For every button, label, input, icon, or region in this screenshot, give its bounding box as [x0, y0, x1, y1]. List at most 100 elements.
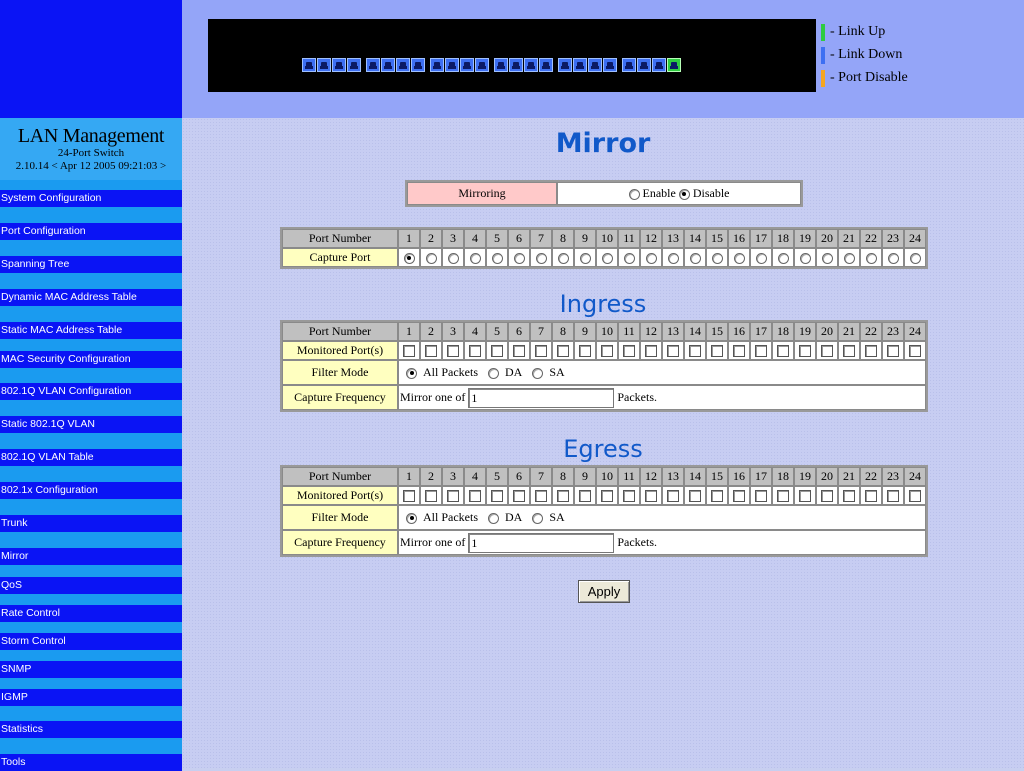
ingress-monitor-port-16-checkbox[interactable] [733, 345, 745, 358]
port-3-icon[interactable] [332, 58, 346, 72]
egress-monitor-port-2-checkbox[interactable] [425, 490, 437, 503]
ingress-filter-sa-radio[interactable] [532, 367, 544, 379]
egress-monitor-port-16-checkbox[interactable] [733, 490, 745, 503]
egress-monitor-port-12-checkbox[interactable] [645, 490, 657, 503]
sidebar-item-tools[interactable]: Tools [0, 754, 182, 771]
port-18-icon[interactable] [573, 58, 587, 72]
ingress-monitor-port-19-checkbox[interactable] [799, 345, 811, 358]
capture-port-9-radio[interactable] [579, 252, 591, 264]
capture-port-10-radio[interactable] [601, 252, 613, 264]
egress-monitor-port-9-checkbox[interactable] [579, 490, 591, 503]
sidebar-item-system-configuration[interactable]: System Configuration [0, 190, 182, 207]
capture-port-5-radio[interactable] [491, 252, 503, 264]
egress-monitor-port-19-checkbox[interactable] [799, 490, 811, 503]
sidebar-item-qos[interactable]: QoS [0, 577, 182, 594]
port-8-icon[interactable] [411, 58, 425, 72]
ingress-monitor-port-24-checkbox[interactable] [909, 345, 921, 358]
egress-monitor-port-7-checkbox[interactable] [535, 490, 547, 503]
egress-monitor-port-14-checkbox[interactable] [689, 490, 701, 503]
egress-monitor-port-22-checkbox[interactable] [865, 490, 877, 503]
ingress-monitor-port-14-checkbox[interactable] [689, 345, 701, 358]
sidebar-item-802-1x-configuration[interactable]: 802.1x Configuration [0, 482, 182, 499]
port-1-icon[interactable] [302, 58, 316, 72]
sidebar-item-dynamic-mac-address-table[interactable]: Dynamic MAC Address Table [0, 289, 182, 306]
capture-port-11-radio[interactable] [623, 252, 635, 264]
capture-port-21-radio[interactable] [843, 252, 855, 264]
capture-port-1-radio[interactable] [403, 252, 415, 264]
port-4-icon[interactable] [347, 58, 361, 72]
egress-monitor-port-6-checkbox[interactable] [513, 490, 525, 503]
capture-port-19-radio[interactable] [799, 252, 811, 264]
sidebar-item-statistics[interactable]: Statistics [0, 721, 182, 738]
sidebar-item-storm-control[interactable]: Storm Control [0, 633, 182, 650]
port-13-icon[interactable] [494, 58, 508, 72]
capture-port-15-radio[interactable] [711, 252, 723, 264]
port-2-icon[interactable] [317, 58, 331, 72]
ingress-monitor-port-2-checkbox[interactable] [425, 345, 437, 358]
port-22-icon[interactable] [637, 58, 651, 72]
egress-monitor-port-17-checkbox[interactable] [755, 490, 767, 503]
ingress-monitor-port-6-checkbox[interactable] [513, 345, 525, 358]
egress-monitor-port-21-checkbox[interactable] [843, 490, 855, 503]
egress-monitor-port-15-checkbox[interactable] [711, 490, 723, 503]
port-16-icon[interactable] [539, 58, 553, 72]
ingress-monitor-port-15-checkbox[interactable] [711, 345, 723, 358]
egress-filter-da-radio[interactable] [488, 512, 499, 524]
ingress-monitor-port-3-checkbox[interactable] [447, 345, 459, 358]
egress-monitor-port-8-checkbox[interactable] [557, 490, 569, 503]
apply-button[interactable]: Apply [578, 580, 630, 603]
egress-monitor-port-5-checkbox[interactable] [491, 490, 503, 503]
ingress-monitor-port-18-checkbox[interactable] [777, 345, 789, 358]
sidebar-item-spanning-tree[interactable]: Spanning Tree [0, 256, 182, 273]
port-24-icon[interactable] [667, 58, 681, 72]
ingress-monitor-port-22-checkbox[interactable] [865, 345, 877, 358]
egress-monitor-port-20-checkbox[interactable] [821, 490, 833, 503]
capture-port-4-radio[interactable] [469, 252, 481, 264]
capture-port-8-radio[interactable] [557, 252, 569, 264]
capture-port-16-radio[interactable] [733, 252, 745, 264]
port-17-icon[interactable] [558, 58, 572, 72]
ingress-monitor-port-9-checkbox[interactable] [579, 345, 591, 358]
egress-monitor-port-24-checkbox[interactable] [909, 490, 921, 503]
port-20-icon[interactable] [603, 58, 617, 72]
port-9-icon[interactable] [430, 58, 444, 72]
sidebar-item-static-mac-address-table[interactable]: Static MAC Address Table [0, 322, 182, 339]
sidebar-item-port-configuration[interactable]: Port Configuration [0, 223, 182, 240]
capture-port-20-radio[interactable] [821, 252, 833, 264]
capture-port-14-radio[interactable] [689, 252, 701, 264]
ingress-monitor-port-4-checkbox[interactable] [469, 345, 481, 358]
ingress-monitor-port-17-checkbox[interactable] [755, 345, 767, 358]
egress-monitor-port-11-checkbox[interactable] [623, 490, 635, 503]
sidebar-item-mirror[interactable]: Mirror [0, 548, 182, 565]
egress-monitor-port-1-checkbox[interactable] [403, 490, 415, 503]
ingress-monitor-port-12-checkbox[interactable] [645, 345, 657, 358]
ingress-monitor-port-23-checkbox[interactable] [887, 345, 899, 358]
port-5-icon[interactable] [366, 58, 380, 72]
capture-port-18-radio[interactable] [777, 252, 789, 264]
egress-monitor-port-3-checkbox[interactable] [447, 490, 459, 503]
ingress-monitor-port-21-checkbox[interactable] [843, 345, 855, 358]
ingress-monitor-port-1-checkbox[interactable] [403, 345, 415, 358]
sidebar-item-802-1q-vlan-table[interactable]: 802.1Q VLAN Table [0, 449, 182, 466]
egress-filter-sa-radio[interactable] [532, 512, 544, 524]
sidebar-item-rate-control[interactable]: Rate Control [0, 605, 182, 622]
egress-monitor-port-4-checkbox[interactable] [469, 490, 481, 503]
capture-port-24-radio[interactable] [909, 252, 921, 264]
ingress-monitor-port-20-checkbox[interactable] [821, 345, 833, 358]
egress-monitor-port-13-checkbox[interactable] [667, 490, 679, 503]
sidebar-item-mac-security-configuration[interactable]: MAC Security Configuration [0, 351, 182, 368]
capture-port-22-radio[interactable] [865, 252, 877, 264]
ingress-monitor-port-11-checkbox[interactable] [623, 345, 635, 358]
capture-port-7-radio[interactable] [535, 252, 547, 264]
ingress-monitor-port-7-checkbox[interactable] [535, 345, 547, 358]
port-23-icon[interactable] [652, 58, 666, 72]
port-15-icon[interactable] [524, 58, 538, 72]
port-14-icon[interactable] [509, 58, 523, 72]
egress-monitor-port-10-checkbox[interactable] [601, 490, 613, 503]
port-6-icon[interactable] [381, 58, 395, 72]
ingress-monitor-port-5-checkbox[interactable] [491, 345, 503, 358]
ingress-monitor-port-10-checkbox[interactable] [601, 345, 613, 358]
sidebar-item-802-1q-vlan-configuration[interactable]: 802.1Q VLAN Configuration [0, 383, 182, 400]
ingress-filter-all-packets-radio[interactable] [406, 367, 417, 379]
egress-monitor-port-23-checkbox[interactable] [887, 490, 899, 503]
